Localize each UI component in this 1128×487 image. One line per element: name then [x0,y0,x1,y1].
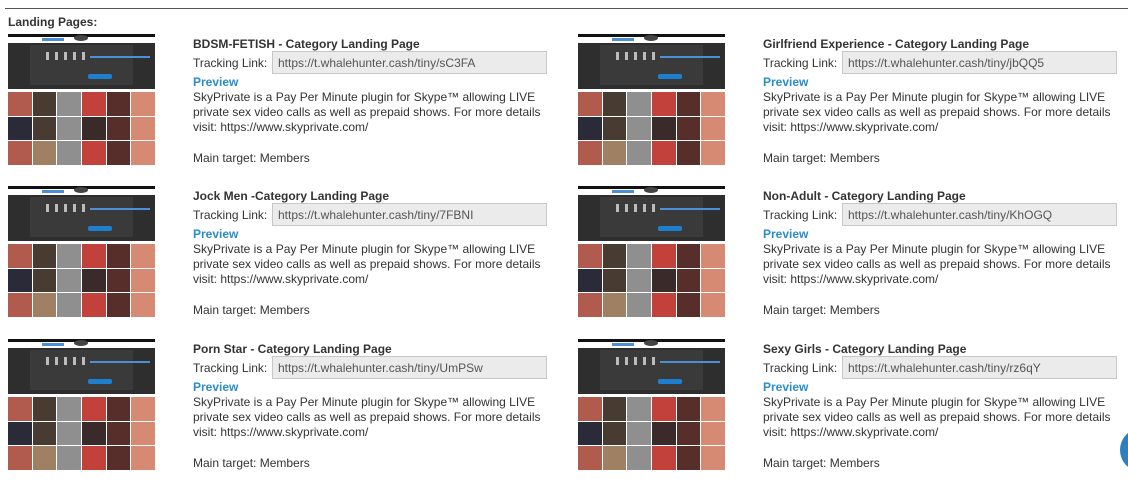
main-target: Main target: Members [193,456,310,470]
landing-page-thumbnail[interactable] [8,34,155,165]
landing-page-title: Girlfriend Experience - Category Landing… [763,37,1030,51]
landing-page-thumbnail[interactable] [8,339,155,470]
landing-page-title: Non-Adult - Category Landing Page [763,189,966,203]
landing-page-card-jock-men: Jock Men -Category Landing Page Tracking… [8,186,553,321]
tracking-link-input[interactable] [272,51,547,74]
tracking-link-input[interactable] [272,203,547,226]
landing-page-description: SkyPrivate is a Pay Per Minute plugin fo… [763,395,1111,439]
landing-page-description: SkyPrivate is a Pay Per Minute plugin fo… [193,242,541,286]
top-divider [5,8,1128,9]
tracking-link-label: Tracking Link: [193,361,268,375]
landing-page-title: Porn Star - Category Landing Page [193,342,392,356]
landing-page-description: SkyPrivate is a Pay Per Minute plugin fo… [193,395,541,439]
landing-page-card-porn-star: Porn Star - Category Landing Page Tracki… [8,339,553,474]
tracking-link-label: Tracking Link: [193,56,268,70]
landing-page-title: Sexy Girls - Category Landing Page [763,342,967,356]
section-title: Landing Pages: [8,15,98,29]
tracking-link-label: Tracking Link: [763,56,838,70]
landing-page-description: SkyPrivate is a Pay Per Minute plugin fo… [763,242,1111,286]
main-target: Main target: Members [193,303,310,317]
landing-page-thumbnail[interactable] [578,339,725,470]
landing-page-title: BDSM-FETISH - Category Landing Page [193,37,420,51]
main-target: Main target: Members [763,151,880,165]
tracking-link-label: Tracking Link: [193,208,268,222]
tracking-link-input[interactable] [842,51,1117,74]
landing-page-card-bdsm-fetish: BDSM-FETISH - Category Landing Page Trac… [8,34,553,169]
preview-link[interactable]: Preview [193,380,238,394]
landing-page-thumbnail[interactable] [578,34,725,165]
preview-link[interactable]: Preview [763,227,808,241]
tracking-link-input[interactable] [272,356,547,379]
tracking-link-label: Tracking Link: [763,361,838,375]
main-target: Main target: Members [763,303,880,317]
main-target: Main target: Members [763,456,880,470]
preview-link[interactable]: Preview [763,75,808,89]
preview-link[interactable]: Preview [193,227,238,241]
tracking-link-input[interactable] [842,356,1117,379]
preview-link[interactable]: Preview [763,380,808,394]
tracking-link-label: Tracking Link: [763,208,838,222]
landing-page-card-girlfriend-experience: Girlfriend Experience - Category Landing… [578,34,1123,169]
tracking-link-input[interactable] [842,203,1117,226]
main-target: Main target: Members [193,151,310,165]
landing-page-thumbnail[interactable] [8,186,155,317]
landing-page-description: SkyPrivate is a Pay Per Minute plugin fo… [763,90,1111,134]
landing-page-description: SkyPrivate is a Pay Per Minute plugin fo… [193,90,541,134]
landing-page-card-non-adult: Non-Adult - Category Landing Page Tracki… [578,186,1123,321]
landing-page-title: Jock Men -Category Landing Page [193,189,390,203]
preview-link[interactable]: Preview [193,75,238,89]
landing-page-thumbnail[interactable] [578,186,725,317]
landing-page-card-sexy-girls: Sexy Girls - Category Landing Page Track… [578,339,1123,474]
